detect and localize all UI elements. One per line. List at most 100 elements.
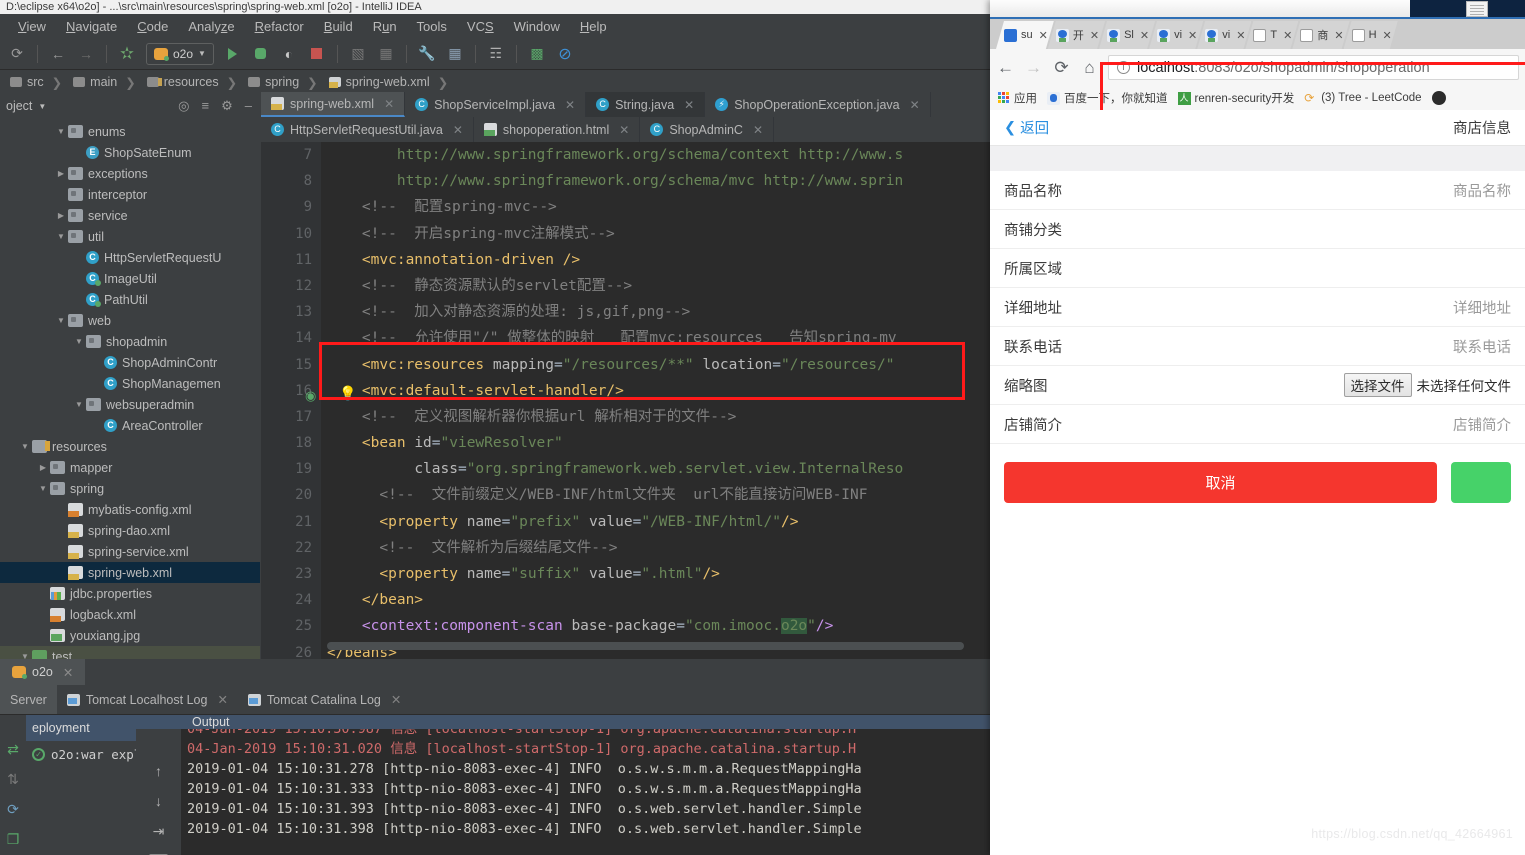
menu-refactor[interactable]: Refactor <box>245 16 314 37</box>
redeploy-icon[interactable]: ⇄ <box>7 741 19 758</box>
tab-server[interactable]: Server <box>0 685 57 714</box>
tree-item-mapper[interactable]: ▶ mapper <box>0 457 260 478</box>
form-row-file[interactable]: 缩略图 选择文件 未选择任何文件 <box>990 366 1525 405</box>
tree-item-shopsateenum[interactable]: E ShopSateEnum <box>0 142 260 163</box>
tree-item-httpservletrequestu[interactable]: C HttpServletRequestU <box>0 247 260 268</box>
editor-horizontal-scrollbar[interactable] <box>327 642 964 650</box>
tree-item-test[interactable]: ▼ test <box>0 646 260 659</box>
chevron-right-icon[interactable]: ▶ <box>54 211 68 220</box>
breadcrumb-item-resources[interactable]: resources ❯ <box>143 74 243 91</box>
code-line[interactable]: <mvc:default-servlet-handler/> <box>321 378 990 404</box>
tab-tomcat-catalina-log[interactable]: Tomcat Catalina Log ✕ <box>238 685 411 714</box>
run-icon[interactable] <box>220 41 246 67</box>
code-line[interactable]: <mvc:annotation-driven /> <box>321 247 990 273</box>
close-icon[interactable]: ✕ <box>619 123 629 137</box>
debug-icon[interactable] <box>248 41 274 67</box>
editor-tab-string-java[interactable]: C String.java ✕ <box>586 92 706 117</box>
deploy-artifact-icon[interactable]: ❐ <box>7 831 20 848</box>
menu-navigate[interactable]: Navigate <box>56 16 127 37</box>
browser-tab[interactable]: 商 ✕ <box>1292 21 1349 49</box>
code-line[interactable]: <!-- 开启spring-mvc注解模式--> <box>321 221 990 247</box>
code-line[interactable]: <!-- 允许使用"/" 做整体的映射 配置mvc:resources 告知sp… <box>321 325 990 351</box>
menu-run[interactable]: Run <box>363 16 407 37</box>
editor-tab-httpservletrequestutil-java[interactable]: C HttpServletRequestUtil.java ✕ <box>261 117 474 142</box>
chevron-down-icon[interactable]: ▼ <box>38 102 46 111</box>
browser-tab[interactable]: vi ✕ <box>1149 21 1203 49</box>
tree-item-websuperadmin[interactable]: ▼ websuperadmin <box>0 394 260 415</box>
chevron-down-icon[interactable]: ▼ <box>72 400 86 409</box>
file-input[interactable]: 选择文件 未选择任何文件 <box>1343 373 1511 397</box>
tree-item-exceptions[interactable]: ▶ exceptions <box>0 163 260 184</box>
tree-item-interceptor[interactable]: interceptor <box>0 184 260 205</box>
tree-item-shopadmin[interactable]: ▼ shopadmin <box>0 331 260 352</box>
chevron-down-icon[interactable]: ▼ <box>54 316 68 325</box>
code-line[interactable]: <!-- 文件前缀定义/WEB-INF/html文件夹 url不能直接访问WEB… <box>321 482 990 508</box>
chevron-down-icon[interactable]: ▼ <box>72 337 86 346</box>
browser-tab[interactable]: T ✕ <box>1245 21 1298 49</box>
stop-icon[interactable] <box>304 41 330 67</box>
locate-icon[interactable]: ◎ <box>178 98 189 114</box>
chevron-down-icon[interactable]: ▼ <box>18 652 32 659</box>
form-row-text[interactable]: 商品名称 商品名称 <box>990 171 1525 210</box>
code-line[interactable]: <mvc:resources mapping="/resources/**" l… <box>321 352 990 378</box>
editor-tab-row-1[interactable]: spring-web.xml ✕ C ShopServiceImpl.java ✕ C St… <box>261 92 990 117</box>
tree-item-pathutil[interactable]: C PathUtil <box>0 289 260 310</box>
home-icon[interactable]: ⌂ <box>1080 58 1099 78</box>
code-line[interactable]: http://www.springframework.org/schema/mv… <box>321 168 990 194</box>
back-arrow-icon[interactable]: ← <box>996 58 1015 78</box>
menu-build[interactable]: Build <box>314 16 363 37</box>
monitor-icon[interactable]: ▩ <box>524 41 550 67</box>
form-row-text[interactable]: 联系电话 联系电话 <box>990 327 1525 366</box>
tree-item-spring-web-xml[interactable]: spring-web.xml <box>0 562 260 583</box>
close-icon[interactable]: ✕ <box>63 665 73 680</box>
back-link[interactable]: ❮ 返回 <box>1004 117 1049 138</box>
form-input[interactable]: 店铺简介 <box>1453 414 1511 435</box>
editor-tab-row-2[interactable]: C HttpServletRequestUtil.java ✕ shopoperati… <box>261 117 990 142</box>
tree-item-service[interactable]: ▶ service <box>0 205 260 226</box>
breadcrumb-item-spring-web-xml[interactable]: spring-web.xml ❯ <box>325 74 455 91</box>
tree-item-enums[interactable]: ▼ enums <box>0 121 260 142</box>
run-configuration-selector[interactable]: o2o ▼ <box>146 42 214 65</box>
close-icon[interactable]: ✕ <box>684 98 694 112</box>
code-line[interactable]: <property name="prefix" value="/WEB-INF/… <box>321 509 990 535</box>
close-icon[interactable]: ✕ <box>1188 29 1197 42</box>
tree-item-shopmanagemen[interactable]: C ShopManagemen <box>0 373 260 394</box>
menu-view[interactable]: View <box>8 16 56 37</box>
close-icon[interactable]: ✕ <box>391 692 401 707</box>
form-row-text[interactable]: 店铺简介 店铺简介 <box>990 405 1525 444</box>
bookmark-apps[interactable]: 应用 <box>998 90 1037 106</box>
forward-arrow-icon[interactable]: → <box>1024 58 1043 78</box>
restart-icon[interactable]: ⟳ <box>7 801 19 818</box>
menu-analyze[interactable]: Analyze <box>178 16 244 37</box>
menu-tools[interactable]: Tools <box>407 16 457 37</box>
editor-tab-shopserviceimpl-java[interactable]: C ShopServiceImpl.java ✕ <box>405 92 587 117</box>
code-line[interactable]: <bean id="viewResolver" <box>321 430 990 456</box>
back-arrow-icon[interactable]: ← <box>45 41 71 67</box>
deployment-item[interactable]: ✓ o2o:war expl <box>26 741 141 762</box>
tree-item-imageutil[interactable]: C ImageUtil <box>0 268 260 289</box>
structure-icon[interactable]: ▦ <box>442 41 468 67</box>
browser-tab[interactable]: H ✕ <box>1344 21 1398 49</box>
menu-vcs[interactable]: VCS <box>457 16 504 37</box>
down-arrow-icon[interactable]: ↓ <box>155 793 162 809</box>
browser-tab[interactable]: su ✕ <box>996 21 1054 49</box>
cancel-button[interactable]: 取消 <box>1004 462 1437 503</box>
breadcrumb-item-src[interactable]: src ❯ <box>6 74 68 91</box>
hide-icon[interactable]: – <box>245 98 252 114</box>
chevron-right-icon[interactable]: ▶ <box>36 463 50 472</box>
code-line[interactable]: class="org.springframework.web.servlet.v… <box>321 456 990 482</box>
soft-wrap-icon[interactable]: ⇥ <box>153 823 165 840</box>
chevron-down-icon[interactable]: ▼ <box>18 442 32 451</box>
stack-icon[interactable]: ▧ <box>345 41 371 67</box>
form-row-text[interactable]: 详细地址 详细地址 <box>990 288 1525 327</box>
code-line[interactable]: <context:component-scan base-package="co… <box>321 613 990 639</box>
close-icon[interactable]: ✕ <box>565 98 575 112</box>
close-icon[interactable]: ✕ <box>453 123 463 137</box>
run-tab-o2o[interactable]: o2o ✕ <box>0 659 86 685</box>
close-icon[interactable]: ✕ <box>1140 29 1149 42</box>
project-tree[interactable]: ▼ enums E ShopSateEnum ▶ exceptions intercepto… <box>0 121 260 659</box>
spring-bean-gutter-icon[interactable]: ◉ <box>305 388 316 404</box>
forward-arrow-icon[interactable]: → <box>73 41 99 67</box>
code-line[interactable]: <!-- 静态资源默认的servlet配置--> <box>321 273 990 299</box>
collapse-all-icon[interactable]: ≡ <box>202 98 210 114</box>
